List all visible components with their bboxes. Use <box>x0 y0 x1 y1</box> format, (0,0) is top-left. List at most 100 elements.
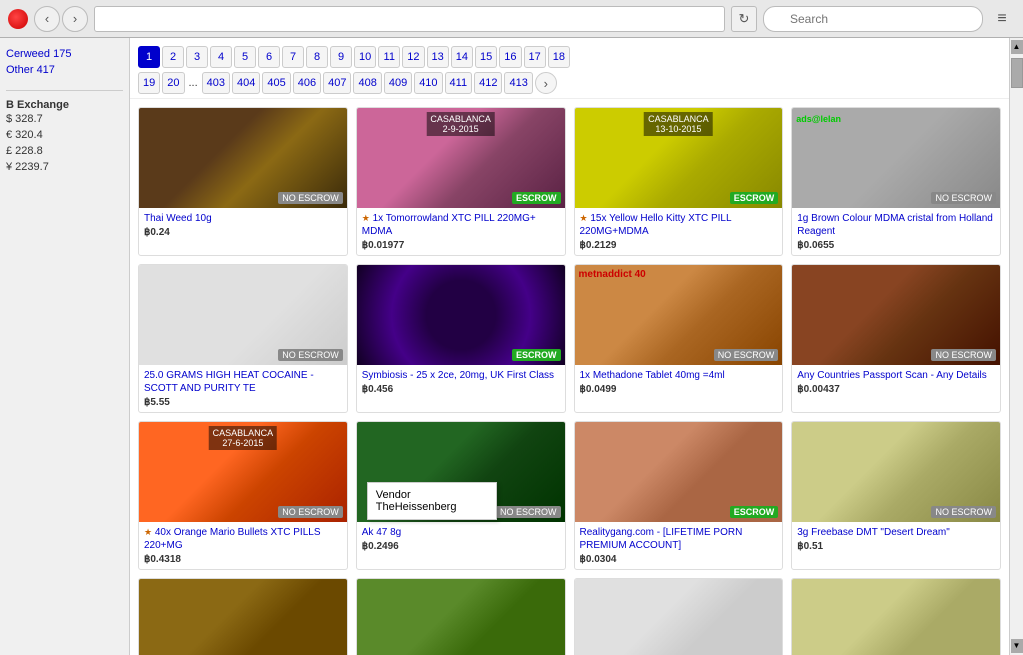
scrollbar[interactable]: ▲ ▼ <box>1009 38 1023 655</box>
product-card[interactable]: metnaddict 40 NO ESCROW 1x Methadone Tab… <box>574 264 784 413</box>
page-5[interactable]: 5 <box>234 46 256 68</box>
page-11[interactable]: 11 <box>378 46 400 68</box>
refresh-button[interactable]: ↻ <box>731 6 757 32</box>
nav-buttons: ‹ › <box>34 6 88 32</box>
search-wrapper: 🔍 <box>763 6 983 32</box>
page-1[interactable]: 1 <box>138 46 160 68</box>
page-413[interactable]: 413 <box>504 72 532 94</box>
sidebar-item-cerweed[interactable]: Cerweed 175 <box>6 46 123 62</box>
product-price: ฿0.51 <box>797 541 995 552</box>
page-2[interactable]: 2 <box>162 46 184 68</box>
page-17[interactable]: 17 <box>524 46 546 68</box>
page-411[interactable]: 411 <box>445 72 473 94</box>
product-title: Any Countries Passport Scan - Any Detail… <box>797 369 995 382</box>
exchange-rate-cny: ¥ 2239.7 <box>6 159 123 175</box>
product-card[interactable]: CASABLANCA27-6-2015 NO ESCROW ★ 40x Oran… <box>138 421 348 570</box>
scroll-thumb[interactable] <box>1011 58 1023 88</box>
product-price: ฿0.2129 <box>580 240 778 251</box>
exchange-rate-gbp: £ 228.8 <box>6 143 123 159</box>
vendor-name: TheHeissenberg <box>376 501 488 513</box>
page-403[interactable]: 403 <box>202 72 230 94</box>
sidebar-item-other[interactable]: Other 417 <box>6 62 123 78</box>
product-card[interactable] <box>791 578 1001 655</box>
product-image <box>792 579 1000 655</box>
main-panel: 1 2 3 4 5 6 7 8 9 10 11 12 13 14 15 16 1… <box>130 38 1009 655</box>
product-card[interactable]: CASABLANCA2-9-2015 ESCROW ★ 1x Tomorrowl… <box>356 107 566 256</box>
no-escrow-badge: NO ESCROW <box>931 506 996 518</box>
page-4[interactable]: 4 <box>210 46 232 68</box>
page-406[interactable]: 406 <box>293 72 321 94</box>
product-card[interactable] <box>356 578 566 655</box>
next-page-button[interactable]: › <box>535 72 557 94</box>
product-image: ESCROW <box>575 422 783 522</box>
browser-menu-button[interactable]: ≡ <box>989 6 1015 32</box>
product-info: 3g Freebase DMT "Desert Dream" ฿0.51 <box>792 522 1000 556</box>
page-410[interactable]: 410 <box>414 72 442 94</box>
page-12[interactable]: 12 <box>402 46 424 68</box>
page-6[interactable]: 6 <box>258 46 280 68</box>
product-card[interactable]: CASABLANCA13-10-2015 ESCROW ★ 15x Yellow… <box>574 107 784 256</box>
product-price: ฿0.0499 <box>580 384 778 395</box>
page-16[interactable]: 16 <box>499 46 521 68</box>
product-card[interactable]: NO ESCROW 3g Freebase DMT "Desert Dream"… <box>791 421 1001 570</box>
product-image: metnaddict 40 NO ESCROW <box>575 265 783 365</box>
no-escrow-badge: NO ESCROW <box>278 349 343 361</box>
browser-logo <box>8 9 28 29</box>
product-image: NO ESCROW <box>139 265 347 365</box>
ellipsis: ... <box>187 77 200 89</box>
no-escrow-badge: NO ESCROW <box>931 192 996 204</box>
page-407[interactable]: 407 <box>323 72 351 94</box>
page-9[interactable]: 9 <box>330 46 352 68</box>
product-card[interactable]: NO ESCROW Thai Weed 10g ฿0.24 <box>138 107 348 256</box>
product-title: Symbiosis - 25 x 2ce, 20mg, UK First Cla… <box>362 369 560 382</box>
product-grid: NO ESCROW Thai Weed 10g ฿0.24 CASABLANCA… <box>130 99 1009 655</box>
product-info: ★ 1x Tomorrowland XTC PILL 220MG+ MDMA ฿… <box>357 208 565 255</box>
product-title: ★ 1x Tomorrowland XTC PILL 220MG+ MDMA <box>362 212 560 238</box>
product-card[interactable]: ESCROW Symbiosis - 25 x 2ce, 20mg, UK Fi… <box>356 264 566 413</box>
forward-button[interactable]: › <box>62 6 88 32</box>
product-info: 25.0 GRAMS HIGH HEAT COCAINE - SCOTT AND… <box>139 365 347 412</box>
scroll-up-button[interactable]: ▲ <box>1011 40 1023 54</box>
page-10[interactable]: 10 <box>354 46 376 68</box>
page-412[interactable]: 412 <box>474 72 502 94</box>
product-image: CASABLANCA27-6-2015 NO ESCROW <box>139 422 347 522</box>
scroll-down-button[interactable]: ▼ <box>1011 639 1023 653</box>
back-button[interactable]: ‹ <box>34 6 60 32</box>
product-info: Any Countries Passport Scan - Any Detail… <box>792 365 1000 399</box>
product-info: Symbiosis - 25 x 2ce, 20mg, UK First Cla… <box>357 365 565 399</box>
url-bar[interactable] <box>94 6 725 32</box>
product-card[interactable]: NO ESCROW Any Countries Passport Scan - … <box>791 264 1001 413</box>
page-19[interactable]: 19 <box>138 72 160 94</box>
page-20[interactable]: 20 <box>162 72 184 94</box>
page-18[interactable]: 18 <box>548 46 570 68</box>
page-8[interactable]: 8 <box>306 46 328 68</box>
page-13[interactable]: 13 <box>427 46 449 68</box>
product-image: CASABLANCA2-9-2015 ESCROW <box>357 108 565 208</box>
page-409[interactable]: 409 <box>384 72 412 94</box>
product-card[interactable]: ESCROW Realitygang.com - [LIFETIME PORN … <box>574 421 784 570</box>
product-price: ฿0.0304 <box>580 554 778 565</box>
page-405[interactable]: 405 <box>262 72 290 94</box>
page-15[interactable]: 15 <box>475 46 497 68</box>
search-input[interactable] <box>763 6 983 32</box>
product-card[interactable] <box>574 578 784 655</box>
product-card[interactable]: NO ESCROW Vendor TheHeissenberg Ak 47 8g… <box>356 421 566 570</box>
product-price: ฿0.00437 <box>797 384 995 395</box>
product-card[interactable]: ads@lelan NO ESCROW 1g Brown Colour MDMA… <box>791 107 1001 256</box>
page-3[interactable]: 3 <box>186 46 208 68</box>
page-14[interactable]: 14 <box>451 46 473 68</box>
scroll-track <box>1011 54 1023 639</box>
browser-toolbar: ‹ › ↻ 🔍 ≡ <box>0 0 1023 38</box>
sidebar: Cerweed 175 Other 417 B Exchange $ 328.7… <box>0 38 130 655</box>
product-image: NO ESCROW <box>139 108 347 208</box>
product-card[interactable] <box>138 578 348 655</box>
page-7[interactable]: 7 <box>282 46 304 68</box>
product-info: ★ 40x Orange Mario Bullets XTC PILLS 220… <box>139 522 347 569</box>
product-info: 1g Brown Colour MDMA cristal from Hollan… <box>792 208 1000 255</box>
product-price: ฿0.01977 <box>362 240 560 251</box>
page-404[interactable]: 404 <box>232 72 260 94</box>
product-card[interactable]: NO ESCROW 25.0 GRAMS HIGH HEAT COCAINE -… <box>138 264 348 413</box>
product-info: ★ 15x Yellow Hello Kitty XTC PILL 220MG+… <box>575 208 783 255</box>
escrow-badge: ESCROW <box>512 349 561 361</box>
page-408[interactable]: 408 <box>353 72 381 94</box>
